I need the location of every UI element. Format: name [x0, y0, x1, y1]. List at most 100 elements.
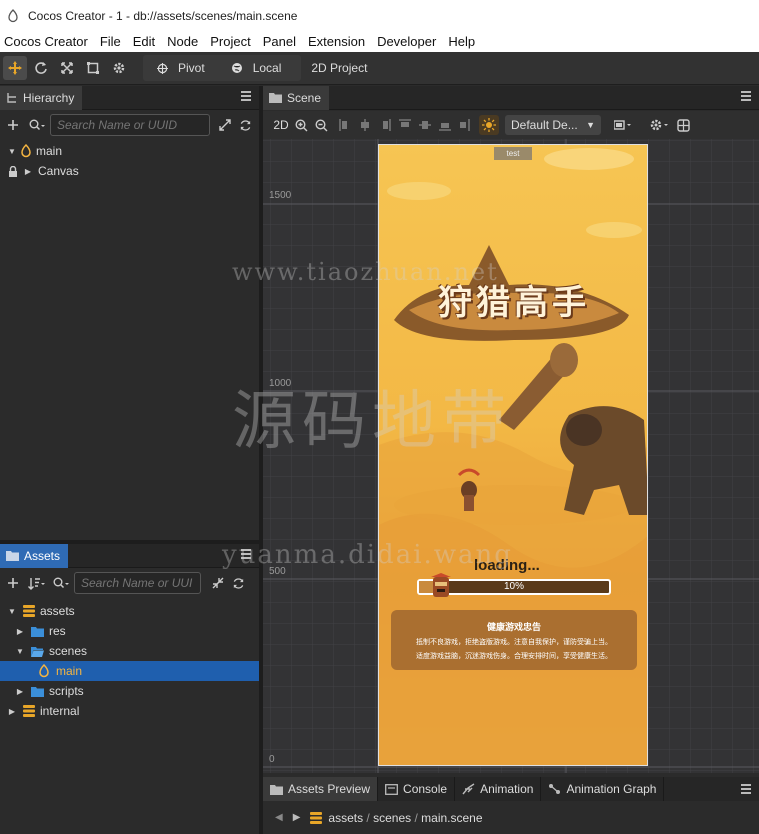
tab-console[interactable]: Console: [378, 777, 456, 801]
menu-project[interactable]: Project: [210, 34, 250, 49]
database-icon: [23, 705, 35, 717]
search-type-button[interactable]: [50, 574, 72, 592]
refresh-icon: [240, 119, 250, 131]
menu-extension[interactable]: Extension: [308, 34, 365, 49]
collapse-assets-button[interactable]: [209, 574, 227, 592]
align-bottom-button[interactable]: [435, 115, 455, 135]
assets-menu-icon[interactable]: [241, 549, 251, 559]
collapse-all-button[interactable]: [216, 116, 234, 134]
scene-menu-icon[interactable]: [741, 91, 751, 101]
transform-tool-button[interactable]: [107, 56, 131, 80]
breadcrumb-path: assets / scenes / main.scene: [328, 810, 483, 825]
game-logo: 狩猎高手: [438, 283, 590, 323]
asset-item-res[interactable]: ▶ res: [0, 621, 259, 641]
align-hcenter-button[interactable]: [355, 115, 375, 135]
2d-mode-button[interactable]: 2D: [271, 115, 291, 135]
database-icon: [23, 605, 35, 617]
tab-label: Assets Preview: [288, 782, 371, 796]
tab-animation[interactable]: Animation: [455, 777, 542, 801]
chevron-right-icon[interactable]: ▶: [22, 167, 34, 176]
menu-developer[interactable]: Developer: [377, 34, 436, 49]
menu-cocos-creator[interactable]: Cocos Creator: [4, 34, 88, 49]
breadcrumb-segment[interactable]: assets: [328, 811, 363, 825]
hierarchy-menu-icon[interactable]: [241, 91, 251, 101]
rect-tool-button[interactable]: [81, 56, 105, 80]
refresh-hierarchy-button[interactable]: [236, 116, 254, 134]
nav-back-icon[interactable]: ◀: [275, 812, 283, 823]
tab-assets[interactable]: Assets: [0, 543, 69, 568]
tab-hierarchy[interactable]: Hierarchy: [0, 85, 83, 110]
main-toolbar: Pivot Local 2D Project: [0, 52, 759, 85]
search-type-button[interactable]: [26, 116, 48, 134]
hierarchy-node-main[interactable]: ▼ main: [0, 141, 259, 161]
breadcrumb-segment[interactable]: main.scene: [421, 811, 482, 825]
chevron-right-icon[interactable]: ▶: [14, 687, 26, 696]
menu-node[interactable]: Node: [167, 34, 198, 49]
assets-search-input[interactable]: [74, 572, 201, 594]
chevron-right-icon[interactable]: ▶: [6, 707, 18, 716]
asset-item-assets[interactable]: ▼ assets: [0, 601, 259, 621]
database-icon: [310, 811, 323, 824]
menu-file[interactable]: File: [100, 34, 121, 49]
rotate-tool-button[interactable]: [29, 56, 53, 80]
hierarchy-node-canvas[interactable]: ▶ Canvas: [0, 161, 259, 181]
breadcrumb-segment[interactable]: scenes: [373, 811, 411, 825]
animation-graph-icon: [549, 784, 561, 794]
chevron-down-icon[interactable]: ▼: [14, 647, 26, 656]
refresh-assets-button[interactable]: [229, 574, 247, 592]
bottom-menu-icon[interactable]: [741, 784, 751, 794]
pivot-icon: [157, 62, 168, 74]
align-right-button[interactable]: [375, 115, 395, 135]
asset-item-internal[interactable]: ▶ internal: [0, 701, 259, 721]
move-tool-button[interactable]: [3, 56, 27, 80]
gizmo-menu-button[interactable]: [611, 115, 637, 135]
scene-settings-button[interactable]: [647, 115, 673, 135]
chevron-right-icon[interactable]: ▶: [14, 627, 26, 636]
menu-edit[interactable]: Edit: [133, 34, 155, 49]
title-bar: Cocos Creator - 1 - db://assets/scenes/m…: [0, 0, 759, 31]
hierarchy-tab-label: Hierarchy: [23, 90, 75, 105]
tab-scene[interactable]: Scene: [263, 85, 330, 110]
assets-tree: ▼ assets ▶ res ▼ scenes main ▶ scripts ▶…: [0, 601, 259, 834]
node-label: main: [36, 144, 63, 158]
align-left-button[interactable]: [335, 115, 355, 135]
align-vcenter-button[interactable]: [415, 115, 435, 135]
chevron-down-icon[interactable]: ▼: [6, 147, 18, 156]
hierarchy-search-row: [0, 110, 259, 140]
camera-dropdown[interactable]: Default De... ▼: [505, 115, 601, 135]
distribute-button[interactable]: [455, 115, 475, 135]
align-right-icon: [383, 119, 391, 131]
align-bottom-icon: [439, 123, 451, 131]
tab-animation-graph[interactable]: Animation Graph: [541, 777, 665, 801]
layout-button[interactable]: [673, 115, 693, 135]
lock-icon[interactable]: [8, 165, 18, 177]
add-node-button[interactable]: [4, 116, 22, 134]
pivot-toggle[interactable]: Pivot: [157, 61, 211, 75]
notice-title: 健康游戏忠告: [486, 622, 541, 632]
zoom-in-button[interactable]: [291, 115, 311, 135]
sort-button[interactable]: [26, 574, 48, 592]
hierarchy-search-input[interactable]: [50, 114, 210, 136]
local-toggle[interactable]: Local: [231, 61, 288, 75]
asset-item-scenes[interactable]: ▼ scenes: [0, 641, 259, 661]
scene-toolbar: 2D Default De... ▼: [263, 111, 759, 139]
chevron-down-icon[interactable]: ▼: [6, 607, 18, 616]
layout-icon: [676, 118, 690, 132]
scale-tool-button[interactable]: [55, 56, 79, 80]
nav-forward-icon[interactable]: ▶: [293, 812, 301, 823]
asset-label: scenes: [49, 644, 88, 658]
tab-assets-preview[interactable]: Assets Preview: [263, 777, 379, 801]
lighting-toggle[interactable]: [479, 115, 499, 135]
game-canvas[interactable]: test 狩猎高手 loading... 10% 健康游戏忠告 抵制不良游戏，拒…: [378, 144, 648, 766]
asset-item-scripts[interactable]: ▶ scripts: [0, 681, 259, 701]
align-hcenter-icon: [361, 119, 369, 131]
asset-breadcrumb: ◀ ▶ assets / scenes / main.scene: [263, 801, 759, 834]
menu-panel[interactable]: Panel: [263, 34, 296, 49]
gear-icon: [650, 119, 668, 131]
zoom-out-button[interactable]: [311, 115, 331, 135]
add-asset-button[interactable]: [4, 574, 22, 592]
align-top-button[interactable]: [395, 115, 415, 135]
asset-item-main-scene[interactable]: main: [0, 661, 259, 681]
search-icon: [53, 577, 69, 589]
menu-help[interactable]: Help: [448, 34, 475, 49]
